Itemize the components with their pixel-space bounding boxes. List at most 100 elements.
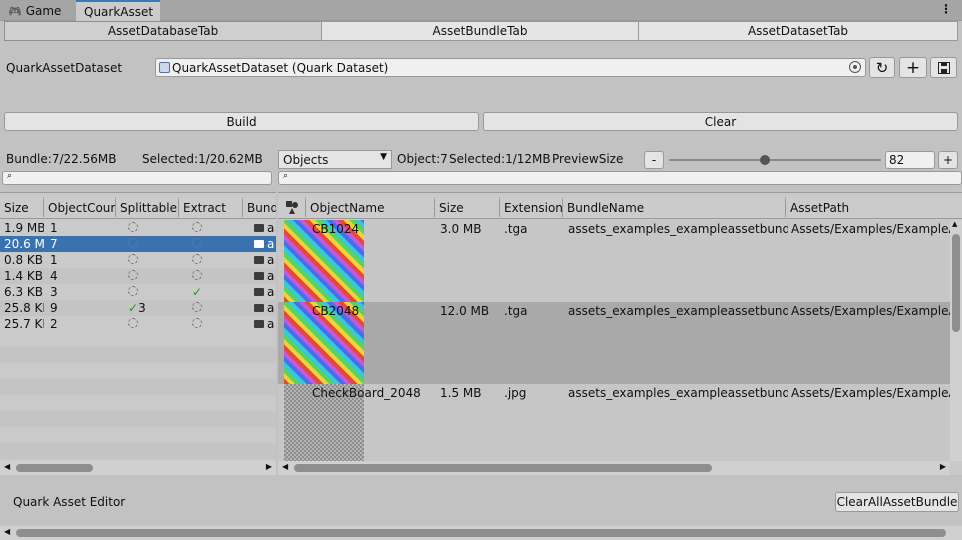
row-bundle: a [254,269,276,283]
subtab-assetbundle[interactable]: AssetBundleTab [321,21,639,41]
object-name: CheckBoard_2048 [312,386,421,400]
object-row[interactable]: CB1024 3.0 MB .tga assets_examples_examplea… [278,220,950,302]
bundle-name: a [267,317,275,331]
row-extract[interactable] [192,237,222,251]
folder-icon [254,304,264,312]
object-row[interactable]: CheckBoard_2048 1.5 MB .jpg assets_examples… [278,384,950,466]
col-bundlename[interactable]: BundleName [563,198,786,217]
col-assetpath-label: AssetPath [790,200,850,215]
bundle-name: a [267,301,275,315]
scroll-left-icon[interactable]: ◀ [282,462,288,471]
toggle-off-icon [192,222,202,232]
col-splittable[interactable]: Splittable [116,198,179,217]
row-splittable[interactable] [128,285,168,299]
object-picker-icon[interactable] [849,61,861,73]
bundle-table-hscrollbar[interactable]: ◀ ▶ [0,461,276,475]
plus-label: + [942,153,954,167]
row-extract[interactable] [192,301,222,315]
row-extract[interactable] [192,317,222,331]
row-bundle: a [254,301,276,315]
object-hscroll-thumb[interactable] [294,464,712,472]
col-objectname[interactable]: ObjectName [306,198,435,217]
toggle-off-icon [192,254,202,264]
row-splittable[interactable] [128,317,168,331]
bundle-row[interactable]: 1.4 KB 4 a [0,268,276,284]
tab-quarkasset[interactable]: QuarkAsset [76,0,160,22]
bundle-row[interactable]: 1.9 MB 1 a [0,220,276,236]
row-extract[interactable] [192,253,222,267]
object-table-vscrollbar[interactable]: ▲ [950,220,962,461]
col-assetpath[interactable]: AssetPath [786,198,962,217]
refresh-button[interactable]: ↻ [869,57,895,78]
col-size[interactable]: Size [0,198,44,217]
bundle-hscroll-thumb[interactable] [16,464,93,472]
bundle-row[interactable]: 25.7 KE 2 a [0,316,276,332]
window-hscrollbar[interactable]: ◀ [0,526,962,540]
clear-button[interactable]: Clear [483,112,958,131]
folder-icon [254,256,264,264]
row-extract[interactable] [192,221,222,235]
col-size-label: Size [4,200,29,215]
object-extension: .tga [504,304,528,318]
row-extract[interactable]: ✓ [192,285,222,299]
row-splittable[interactable]: ✓3 [128,301,168,315]
object-filter-select[interactable]: Objects ▼ [278,150,392,169]
save-button[interactable] [930,57,957,78]
toggle-off-icon [128,254,138,264]
preview-plus-button[interactable]: + [938,151,958,169]
bundle-selected: Selected:1/20.62MB [142,152,263,166]
scroll-left-icon[interactable]: ◀ [4,462,10,471]
scroll-right-icon[interactable]: ▶ [940,462,946,471]
col-objectcount[interactable]: ObjectCour [44,198,116,217]
object-extension: .jpg [504,386,527,400]
toggle-off-icon [128,238,138,248]
row-count: 4 [50,269,58,283]
row-splittable[interactable] [128,237,168,251]
object-vscroll-thumb[interactable] [952,234,960,332]
subtab-assetdatabase[interactable]: AssetDatabaseTab [4,21,322,41]
check-icon: ✓ [128,301,139,315]
scroll-left-icon[interactable]: ◀ [4,527,10,536]
preview-slider-track[interactable] [669,159,881,161]
preview-minus-button[interactable]: - [644,151,664,169]
row-bundle: a [254,221,276,235]
col-bundle[interactable]: Bund [243,198,276,217]
row-extract[interactable] [192,269,222,283]
bundle-name: a [267,253,275,267]
preview-size-input[interactable]: 82 [885,151,935,169]
dataset-object-field[interactable]: QuarkAssetDataset (Quark Dataset) [155,58,866,77]
dataset-label: QuarkAssetDataset [6,61,123,75]
toggle-off-icon [128,286,138,296]
object-filter-value: Objects [283,152,329,167]
object-search-input[interactable]: ⌕ [278,171,962,185]
footer-title: Quark Asset Editor [13,495,126,509]
clear-all-assetbundle-button[interactable]: ClearAllAssetBundle [835,492,959,512]
add-button[interactable]: + [899,57,927,78]
kebab-menu-icon[interactable]: ⋮ [940,2,952,16]
row-splittable[interactable] [128,269,168,283]
window-hscroll-thumb[interactable] [16,529,946,537]
scroll-up-icon[interactable]: ▲ [952,220,957,228]
build-button[interactable]: Build [4,112,479,131]
col-objsize[interactable]: Size [435,198,500,217]
col-extension[interactable]: Extension [500,198,563,217]
object-extension: .tga [504,222,528,236]
col-type[interactable] [278,198,306,217]
bundle-row[interactable]: 0.8 KB 1 a [0,252,276,268]
tab-game[interactable]: 🎮 Game [0,1,69,21]
scroll-right-icon[interactable]: ▶ [266,462,272,471]
subtab-assetdataset[interactable]: AssetDatasetTab [638,21,958,41]
row-count: 1 [50,253,58,267]
object-row[interactable]: CB2048 12.0 MB .tga assets_examples_example… [278,302,950,384]
bundle-row[interactable]: 6.3 KB 3 ✓ a [0,284,276,300]
col-extract[interactable]: Extract [179,198,243,217]
bundle-search-input[interactable]: ⌕ [2,171,272,185]
bundle-row[interactable]: 25.8 KE 9 ✓3 a [0,300,276,316]
preview-slider-handle[interactable] [760,155,770,165]
row-splittable[interactable] [128,221,168,235]
toggle-off-icon [192,302,202,312]
object-bundlename: assets_examples_exampleassetbundle [568,386,788,400]
object-table-hscrollbar[interactable]: ◀ ▶ [278,461,950,475]
bundle-row[interactable]: 20.6 M 7 a [0,236,276,252]
row-splittable[interactable] [128,253,168,267]
